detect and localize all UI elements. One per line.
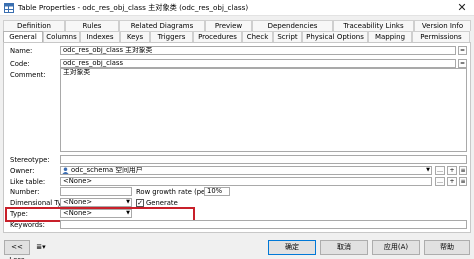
tab-definition[interactable]: Definition <box>3 20 65 31</box>
keywords-field[interactable] <box>60 220 467 229</box>
menu-icon[interactable]: ≣▾ <box>34 240 48 255</box>
comment-field[interactable]: 主对象类 <box>60 68 467 152</box>
stereotype-field[interactable] <box>60 155 467 164</box>
user-icon <box>62 167 69 174</box>
like-table-create-button[interactable]: + <box>447 177 457 186</box>
tab-row-1: Definition Rules Related Diagrams Previe… <box>3 20 471 31</box>
code-edit-button[interactable]: = <box>458 59 467 68</box>
chevron-down-icon[interactable]: ▼ <box>426 167 430 174</box>
tab-keys[interactable]: Keys <box>120 31 150 42</box>
code-field[interactable]: odc_res_obj_class <box>60 59 456 68</box>
title-bar: Table Properties - odc_res_obj_class 主对象… <box>0 0 474 16</box>
owner-ellipsis-button[interactable]: … <box>435 166 445 175</box>
tab-related-diagrams[interactable]: Related Diagrams <box>119 20 205 31</box>
apply-button[interactable]: 应用(A) <box>372 240 420 255</box>
ok-button[interactable]: 确定 <box>268 240 316 255</box>
name-field[interactable]: odc_res_obj_class 主对象类 <box>60 46 456 55</box>
owner-label: Owner: <box>10 167 35 175</box>
tab-permissions[interactable]: Permissions <box>412 31 470 42</box>
tab-traceability-links[interactable]: Traceability Links <box>333 20 414 31</box>
tab-script[interactable]: Script <box>273 31 302 42</box>
tab-rules[interactable]: Rules <box>65 20 119 31</box>
owner-create-button[interactable]: + <box>447 166 457 175</box>
tab-general[interactable]: General <box>3 31 43 42</box>
tab-triggers[interactable]: Triggers <box>150 31 193 42</box>
type-field[interactable]: <None> ▼ <box>60 209 132 218</box>
row-growth-field[interactable]: 10% <box>204 187 230 196</box>
general-panel: Name: odc_res_obj_class 主对象类 = Code: odc… <box>3 42 471 233</box>
code-label: Code: <box>10 60 30 68</box>
stereotype-label: Stereotype: <box>10 156 50 164</box>
number-label: Number: <box>10 188 40 196</box>
type-value: <None> <box>63 209 93 217</box>
table-icon <box>4 3 14 13</box>
comment-label: Comment: <box>10 71 46 79</box>
name-edit-button[interactable]: = <box>458 46 467 55</box>
tab-columns[interactable]: Columns <box>43 31 80 42</box>
chevron-down-icon[interactable]: ▼ <box>126 199 130 206</box>
keywords-label: Keywords: <box>10 221 45 229</box>
tab-indexes[interactable]: Indexes <box>80 31 120 42</box>
help-button[interactable]: 帮助 <box>424 240 470 255</box>
like-table-properties-button[interactable]: ≡ <box>459 177 467 186</box>
name-label: Name: <box>10 47 33 55</box>
window-title: Table Properties - odc_res_obj_class 主对象… <box>18 3 249 12</box>
dimensional-type-value: <None> <box>63 198 93 206</box>
type-label: Type: <box>10 210 28 218</box>
tab-version-info[interactable]: Version Info <box>414 20 471 31</box>
owner-field[interactable]: odc_schema 空间用户 ▼ <box>60 166 432 175</box>
like-table-field[interactable]: <None> <box>60 177 432 186</box>
tab-procedures[interactable]: Procedures <box>193 31 242 42</box>
chevron-down-icon[interactable]: ▼ <box>126 210 130 217</box>
owner-properties-button[interactable]: ≡ <box>459 166 467 175</box>
owner-value: odc_schema 空间用户 <box>71 166 143 174</box>
number-field[interactable] <box>60 187 132 196</box>
dimensional-type-field[interactable]: <None> ▼ <box>60 198 132 207</box>
like-table-label: Like table: <box>10 178 46 186</box>
less-button[interactable]: << Less <box>4 240 30 259</box>
tab-preview[interactable]: Preview <box>205 20 252 31</box>
generate-checkbox[interactable]: ✓ <box>136 199 144 207</box>
tab-mapping[interactable]: Mapping <box>368 31 412 42</box>
generate-label: Generate <box>146 199 178 207</box>
tab-check[interactable]: Check <box>242 31 273 42</box>
tab-dependencies[interactable]: Dependencies <box>252 20 333 31</box>
close-icon[interactable]: ✕ <box>455 1 469 15</box>
like-table-ellipsis-button[interactable]: … <box>435 177 445 186</box>
tab-row-2: General Columns Indexes Keys Triggers Pr… <box>3 31 470 42</box>
cancel-button[interactable]: 取消 <box>320 240 368 255</box>
tab-physical-options[interactable]: Physical Options <box>302 31 368 42</box>
